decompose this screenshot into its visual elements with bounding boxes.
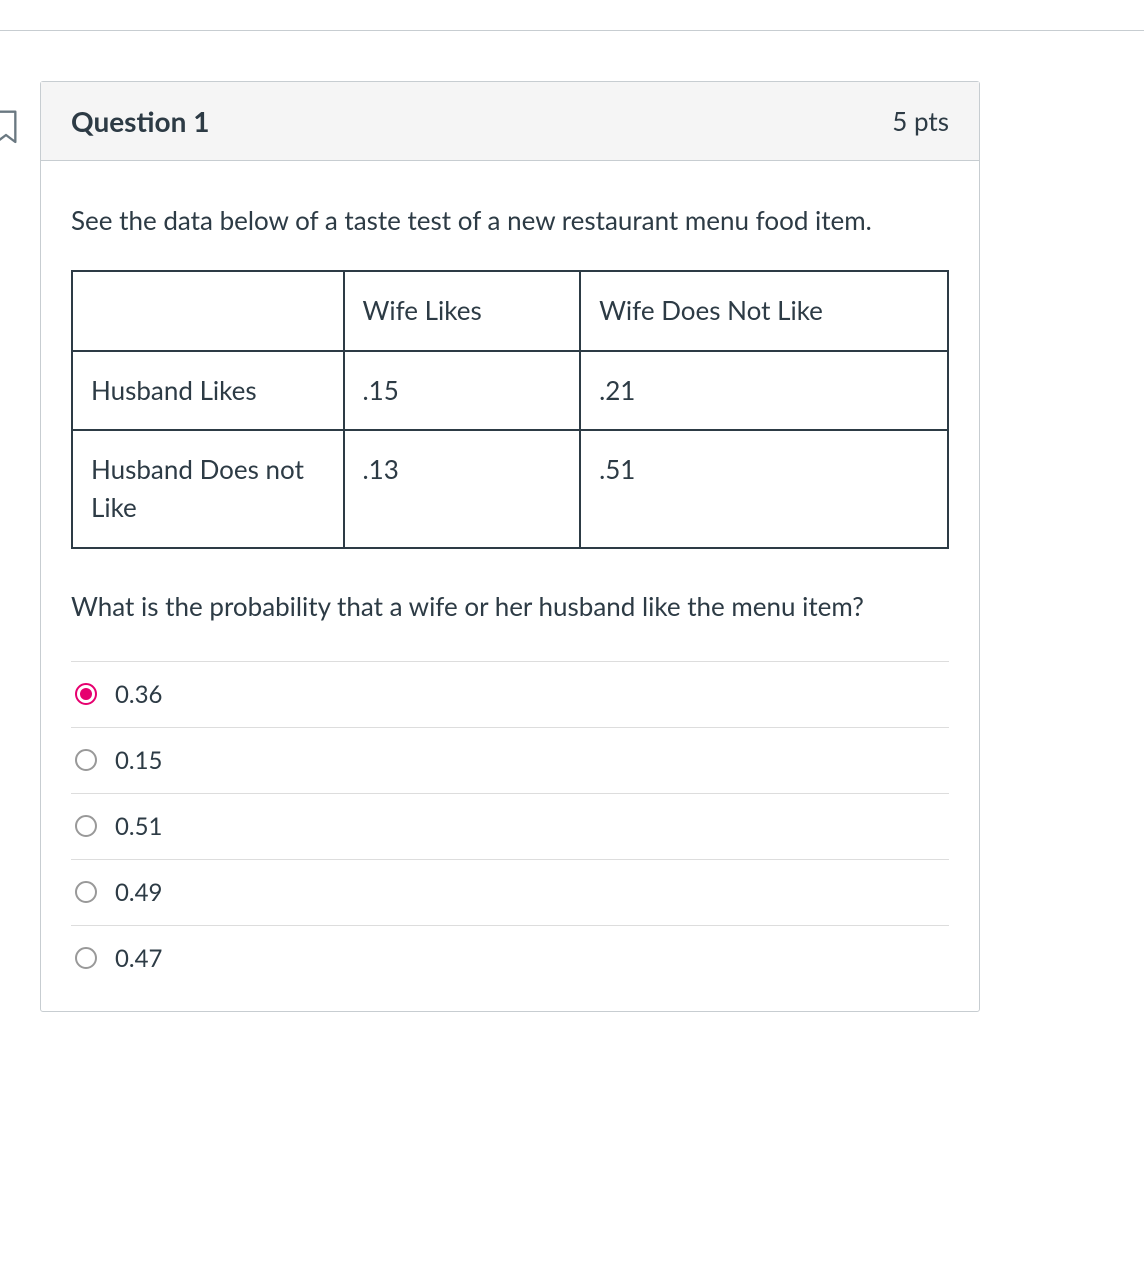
radio-icon[interactable] [75, 749, 97, 771]
radio-icon[interactable] [75, 881, 97, 903]
option-label: 0.47 [115, 944, 162, 973]
table-row: Husband Likes .15 .21 [72, 351, 948, 431]
table-header-row: Wife Likes Wife Does Not Like [72, 271, 948, 351]
question-title: Question 1 [71, 104, 209, 138]
option-label: 0.15 [115, 746, 162, 775]
options-list: 0.36 0.15 0.51 0.49 0.47 [71, 661, 949, 991]
table-cell: .13 [344, 430, 581, 547]
bookmark-icon[interactable] [0, 108, 20, 148]
radio-icon[interactable] [75, 815, 97, 837]
table-cell: Husband Does not Like [72, 430, 344, 547]
question-points: 5 pts [892, 105, 949, 137]
option-row[interactable]: 0.51 [71, 793, 949, 859]
option-label: 0.36 [115, 680, 162, 709]
radio-icon[interactable] [75, 683, 97, 705]
prompt-text: See the data below of a taste test of a … [71, 201, 949, 240]
table-header-cell [72, 271, 344, 351]
table-cell: .51 [580, 430, 948, 547]
question-header: Question 1 5 pts [41, 82, 979, 161]
question-card: Question 1 5 pts See the data below of a… [40, 81, 980, 1012]
table-cell: .21 [580, 351, 948, 431]
question-body: See the data below of a taste test of a … [41, 161, 979, 1011]
option-label: 0.51 [115, 812, 162, 841]
option-row[interactable]: 0.49 [71, 859, 949, 925]
table-row: Husband Does not Like .13 .51 [72, 430, 948, 547]
option-row[interactable]: 0.36 [71, 661, 949, 727]
option-label: 0.49 [115, 878, 162, 907]
option-row[interactable]: 0.15 [71, 727, 949, 793]
table-cell: .15 [344, 351, 581, 431]
table-header-cell: Wife Likes [344, 271, 581, 351]
data-table: Wife Likes Wife Does Not Like Husband Li… [71, 270, 949, 549]
radio-icon[interactable] [75, 947, 97, 969]
table-header-cell: Wife Does Not Like [580, 271, 948, 351]
option-row[interactable]: 0.47 [71, 925, 949, 991]
question-container: Question 1 5 pts See the data below of a… [0, 31, 1144, 1012]
table-cell: Husband Likes [72, 351, 344, 431]
question-text: What is the probability that a wife or h… [71, 587, 949, 626]
